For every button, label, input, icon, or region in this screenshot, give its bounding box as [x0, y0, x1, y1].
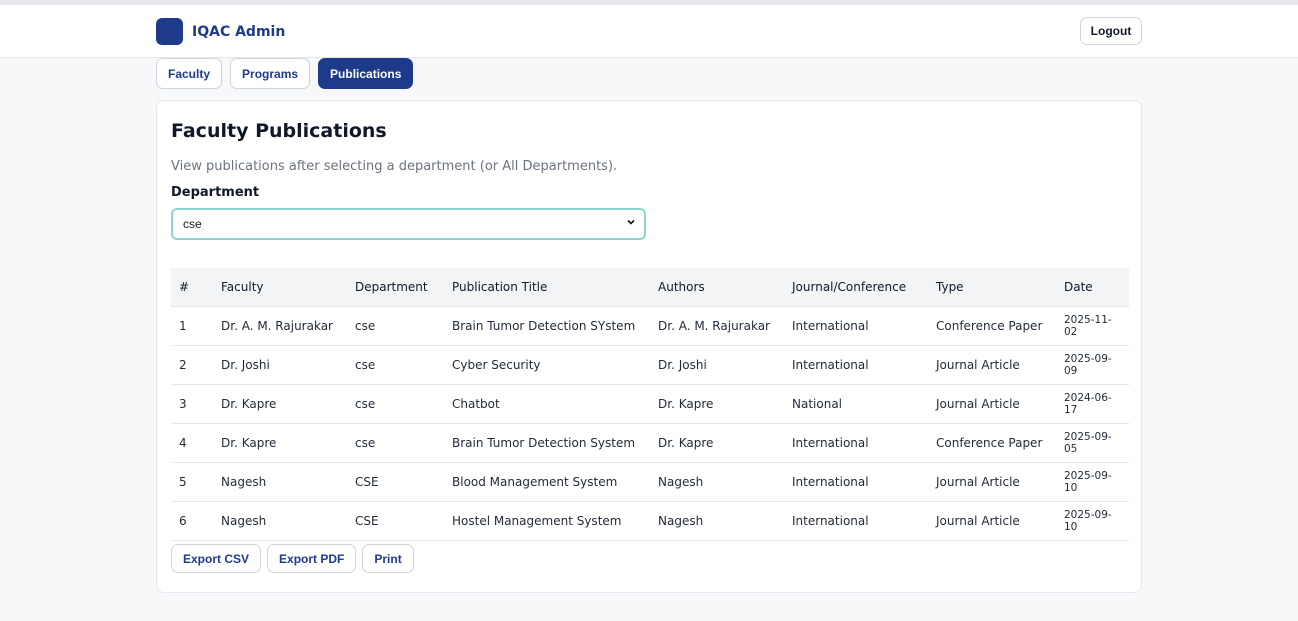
table-row: 5 Nagesh CSE Blood Management System Nag… — [171, 462, 1129, 502]
column-header-journal: Journal/Conference — [784, 268, 928, 307]
cell-authors: Dr. Kapre — [650, 423, 784, 463]
table-header-row: # Faculty Department Publication Title A… — [171, 268, 1129, 307]
cell-department: cse — [347, 306, 444, 346]
brand-name: IQAC Admin — [192, 23, 286, 40]
publications-table: # Faculty Department Publication Title A… — [171, 268, 1129, 541]
cell-date: 2025-09-10 — [1056, 501, 1129, 541]
cell-date: 2025-09-09 — [1056, 345, 1129, 385]
app-header: IQAC Admin Logout — [0, 5, 1298, 58]
cell-authors: Dr. Joshi — [650, 345, 784, 385]
cell-title: Cyber Security — [444, 345, 650, 385]
tab-publications[interactable]: Publications — [318, 58, 414, 89]
cell-date: 2024-06-17 — [1056, 384, 1129, 424]
cell-title: Chatbot — [444, 384, 650, 424]
cell-title: Hostel Management System — [444, 501, 650, 541]
cell-authors: Dr. Kapre — [650, 384, 784, 424]
chevron-down-icon — [626, 217, 636, 230]
export-actions: Export CSV Export PDF Print — [171, 544, 414, 573]
table-row: 3 Dr. Kapre cse Chatbot Dr. Kapre Nation… — [171, 384, 1129, 424]
column-header-title: Publication Title — [444, 268, 650, 307]
cell-journal: International — [784, 306, 928, 346]
cell-journal: International — [784, 501, 928, 541]
cell-journal: International — [784, 462, 928, 502]
logout-button[interactable]: Logout — [1080, 17, 1142, 45]
cell-faculty: Dr. A. M. Rajurakar — [213, 306, 347, 346]
cell-index: 6 — [171, 501, 213, 541]
table-row: 1 Dr. A. M. Rajurakar cse Brain Tumor De… — [171, 306, 1129, 346]
cell-department: CSE — [347, 462, 444, 502]
cell-index: 4 — [171, 423, 213, 463]
cell-department: cse — [347, 384, 444, 424]
cell-type: Journal Article — [928, 462, 1056, 502]
cell-index: 5 — [171, 462, 213, 502]
department-select[interactable]: cse — [171, 208, 646, 240]
cell-faculty: Dr. Kapre — [213, 384, 347, 424]
cell-authors: Dr. A. M. Rajurakar — [650, 306, 784, 346]
tab-faculty[interactable]: Faculty — [156, 58, 223, 89]
cell-date: 2025-09-05 — [1056, 423, 1129, 463]
cell-index: 2 — [171, 345, 213, 385]
export-pdf-button[interactable]: Export PDF — [267, 544, 357, 573]
cell-type: Conference Paper — [928, 423, 1056, 463]
department-select-value: cse — [183, 217, 202, 231]
cell-faculty: Dr. Joshi — [213, 345, 347, 385]
cell-department: CSE — [347, 501, 444, 541]
column-header-authors: Authors — [650, 268, 784, 307]
page-description: View publications after selecting a depa… — [171, 159, 618, 174]
column-header-index: # — [171, 268, 213, 307]
cell-journal: International — [784, 423, 928, 463]
cell-faculty: Nagesh — [213, 501, 347, 541]
print-button[interactable]: Print — [362, 544, 414, 573]
cell-type: Journal Article — [928, 345, 1056, 385]
table-row: 6 Nagesh CSE Hostel Management System Na… — [171, 501, 1129, 541]
department-label: Department — [171, 185, 260, 200]
tab-programs[interactable]: Programs — [230, 58, 311, 89]
cell-department: cse — [347, 345, 444, 385]
cell-department: cse — [347, 423, 444, 463]
table-row: 4 Dr. Kapre cse Brain Tumor Detection Sy… — [171, 423, 1129, 463]
cell-type: Journal Article — [928, 384, 1056, 424]
column-header-department: Department — [347, 268, 444, 307]
cell-index: 3 — [171, 384, 213, 424]
cell-authors: Nagesh — [650, 462, 784, 502]
column-header-date: Date — [1056, 268, 1129, 307]
cell-type: Conference Paper — [928, 306, 1056, 346]
cell-title: Brain Tumor Detection SYstem — [444, 306, 650, 346]
cell-date: 2025-11-02 — [1056, 306, 1129, 346]
page-title: Faculty Publications — [171, 120, 387, 142]
cell-title: Brain Tumor Detection System — [444, 423, 650, 463]
publications-card: Faculty Publications View publications a… — [156, 100, 1142, 593]
nav-tabs: Faculty Programs Publications — [156, 58, 414, 89]
logo-square-icon — [156, 18, 183, 45]
export-csv-button[interactable]: Export CSV — [171, 544, 262, 573]
cell-index: 1 — [171, 306, 213, 346]
cell-date: 2025-09-10 — [1056, 462, 1129, 502]
cell-journal: International — [784, 345, 928, 385]
column-header-faculty: Faculty — [213, 268, 347, 307]
cell-type: Journal Article — [928, 501, 1056, 541]
cell-faculty: Dr. Kapre — [213, 423, 347, 463]
cell-faculty: Nagesh — [213, 462, 347, 502]
cell-title: Blood Management System — [444, 462, 650, 502]
brand[interactable]: IQAC Admin — [156, 18, 285, 45]
cell-authors: Nagesh — [650, 501, 784, 541]
table-row: 2 Dr. Joshi cse Cyber Security Dr. Joshi… — [171, 345, 1129, 385]
cell-journal: National — [784, 384, 928, 424]
column-header-type: Type — [928, 268, 1056, 307]
